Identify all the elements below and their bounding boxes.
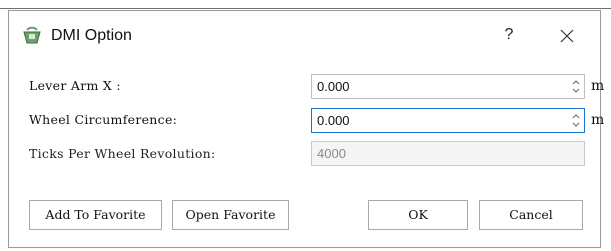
spin-up-icon [572,80,580,85]
close-icon[interactable] [554,22,580,48]
top-window-edge [0,0,611,9]
lever-arm-spinner[interactable] [570,77,582,96]
lever-arm-input[interactable]: 0.000 [311,74,585,99]
ok-button[interactable]: OK [368,200,468,230]
wheel-circumference-unit: m [591,112,605,128]
ticks-per-revolution-value: 4000 [317,146,346,161]
spin-down-icon [572,88,580,93]
ticks-per-revolution-label: Ticks Per Wheel Revolution: [29,146,216,161]
open-favorite-button[interactable]: Open Favorite [172,200,289,230]
dmi-app-icon [22,26,42,46]
wheel-circumference-input[interactable]: 0.000 [311,108,585,133]
help-button[interactable]: ? [498,22,520,48]
spin-up-icon [572,114,580,119]
wheel-circumference-label: Wheel Circumference: [29,112,178,127]
spin-down-icon [572,122,580,127]
wheel-circumference-spinner[interactable] [570,111,582,130]
title-bar: DMI Option ? [9,11,600,59]
wheel-circumference-value: 0.000 [317,113,350,128]
lever-arm-value: 0.000 [317,79,350,94]
ticks-per-revolution-input[interactable]: 4000 [311,141,585,166]
dmi-option-dialog: DMI Option ? Lever Arm X : 0.000 m Wheel… [8,10,605,248]
lever-arm-label: Lever Arm X : [29,78,121,93]
add-to-favorite-button[interactable]: Add To Favorite [29,200,162,230]
cancel-button[interactable]: Cancel [479,200,583,230]
dialog-title: DMI Option [51,27,132,44]
lever-arm-unit: m [591,78,605,94]
